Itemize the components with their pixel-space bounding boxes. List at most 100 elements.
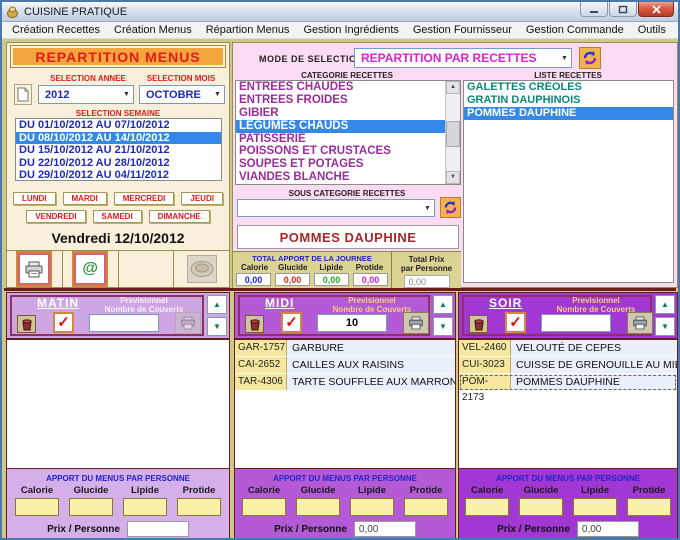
midi-menu-list[interactable]: GAR-1757 GARBURE CAI-2652 CAILLES AUX RA… — [235, 338, 455, 469]
matin-couverts-input[interactable] — [89, 314, 159, 332]
soir-menu-list[interactable]: VEL-2460 VELOUTÉ DE CEPES CUI-3023 CUISS… — [459, 338, 677, 469]
menu-parametre-impression[interactable]: Parametre Impression — [673, 23, 680, 37]
matin-menu-list[interactable] — [7, 338, 229, 469]
midi-validate-checkbox[interactable]: ✓ — [281, 312, 302, 333]
week-item[interactable]: DU 22/10/2012 AU 28/10/2012 — [16, 157, 221, 170]
menu-row[interactable]: TAR-4306 TARTE SOUFFLEE AUX MARRONS — [235, 374, 455, 391]
calorie-label: Calorie — [243, 485, 286, 496]
week-item[interactable]: DU 29/10/2012 AU 04/11/2012 — [16, 169, 221, 181]
menu-creation-recettes[interactable]: Création Recettes — [5, 23, 107, 37]
glucide-label: Glucide — [520, 485, 563, 496]
soir-couverts-input[interactable] — [541, 314, 611, 332]
day-button-vendredi[interactable]: VENDREDI — [26, 210, 85, 223]
spin-down-icon[interactable]: ▼ — [207, 317, 227, 336]
day-button-mercredi[interactable]: MERCREDI — [114, 192, 175, 205]
lipide-value — [123, 498, 167, 516]
spin-down-icon[interactable]: ▼ — [433, 317, 453, 336]
day-buttons-row2: VENDREDI SAMEDI DIMANCHE — [7, 210, 229, 223]
category-item[interactable]: ENTREES FROIDES — [236, 94, 445, 107]
spin-up-icon[interactable]: ▲ — [433, 295, 453, 314]
empty-cell — [119, 251, 175, 287]
day-button-lundi[interactable]: LUNDI — [13, 192, 55, 205]
matin-spinner: ▲ ▼ — [207, 295, 227, 336]
trash-icon — [21, 318, 33, 331]
day-button-samedi[interactable]: SAMEDI — [93, 210, 142, 223]
apport-title: APPORT DU MENUS PAR PERSONNE — [7, 469, 229, 483]
annee-select[interactable]: 2012 ▼ — [38, 85, 134, 104]
mode-select[interactable]: REPARTITION PAR RECETTES ▼ — [354, 48, 572, 68]
previsionnel-line1: Previsionnel — [89, 296, 199, 305]
week-item[interactable]: DU 15/10/2012 AU 21/10/2012 — [16, 144, 221, 157]
soir-prix-personne-value[interactable] — [577, 521, 639, 537]
menu-creation-menus[interactable]: Création Menus — [107, 23, 199, 37]
midi-couverts-input[interactable] — [317, 314, 387, 332]
week-item[interactable]: DU 01/10/2012 AU 07/10/2012 — [16, 119, 221, 132]
spin-up-icon[interactable]: ▲ — [655, 295, 675, 314]
scroll-down-icon[interactable]: ▼ — [446, 171, 460, 184]
email-search-button[interactable]: @ — [74, 253, 106, 285]
spin-up-icon[interactable]: ▲ — [207, 295, 227, 314]
soir-header: SOIR Previsionnel Nombre de Couverts ✓ — [459, 293, 677, 338]
categories-scrollbar[interactable]: ▲ ▼ — [445, 81, 460, 184]
midi-delete-button[interactable] — [245, 315, 264, 333]
window-title: CUISINE PRATIQUE — [24, 6, 580, 18]
soir-print-button[interactable] — [627, 312, 653, 334]
matin-validate-checkbox[interactable]: ✓ — [53, 312, 74, 333]
menu-gestion-commande[interactable]: Gestion Commande — [519, 23, 631, 37]
menu-repartion-menus[interactable]: Répartion Menus — [199, 23, 297, 37]
refresh-sous-categorie-button[interactable] — [440, 197, 461, 218]
day-button-mardi[interactable]: MARDI — [63, 192, 107, 205]
matin-prix-personne-value[interactable] — [127, 521, 189, 537]
soir-title: SOIR — [489, 296, 522, 310]
lipide-label: Lipide — [124, 485, 167, 496]
matin-print-button[interactable] — [175, 312, 201, 334]
matin-delete-button[interactable] — [17, 315, 36, 333]
menu-row[interactable]: CUI-3023 CUISSE DE GRENOUILLE AU MIEL — [459, 357, 677, 374]
menu-row[interactable]: CAI-2652 CAILLES AUX RAISINS — [235, 357, 455, 374]
category-item[interactable]: ENTREES CHAUDES — [236, 81, 445, 94]
menu-gestion-fournisseur[interactable]: Gestion Fournisseur — [406, 23, 519, 37]
protide-value — [404, 498, 448, 516]
close-button[interactable] — [638, 2, 674, 17]
menu-row[interactable]: VEL-2460 VELOUTÉ DE CEPES — [459, 340, 677, 357]
soir-delete-button[interactable] — [469, 315, 488, 333]
midi-apport-section: APPORT DU MENUS PAR PERSONNE Calorie Glu… — [235, 469, 455, 540]
category-item[interactable]: GIBIER — [236, 107, 445, 120]
category-item[interactable]: PATISSERIE — [236, 133, 445, 146]
midi-prix-personne-value[interactable] — [354, 521, 416, 537]
plate-button[interactable] — [187, 255, 217, 283]
day-button-jeudi[interactable]: JEUDI — [181, 192, 223, 205]
recette-item[interactable]: GALETTES CRÉOLES — [464, 81, 673, 94]
sous-categorie-select[interactable]: ▼ — [237, 199, 435, 217]
scroll-up-icon[interactable]: ▲ — [446, 81, 460, 94]
plate-cell — [174, 251, 229, 287]
day-button-dimanche[interactable]: DIMANCHE — [149, 210, 210, 223]
recette-item[interactable]: GRATIN DAUPHINOIS — [464, 94, 673, 107]
mois-value: OCTOBRE — [140, 89, 211, 101]
new-document-button[interactable] — [14, 84, 32, 105]
menu-row[interactable]: GAR-1757 GARBURE — [235, 340, 455, 357]
document-icon — [17, 87, 29, 102]
week-item-selected[interactable]: DU 08/10/2012 AU 14/10/2012 — [16, 132, 221, 145]
maximize-button[interactable] — [609, 2, 637, 17]
soir-validate-checkbox[interactable]: ✓ — [505, 312, 526, 333]
category-item[interactable]: VIANDES BLANCHE — [236, 171, 445, 184]
print-button[interactable] — [18, 253, 50, 285]
scrollbar-thumb[interactable] — [446, 121, 460, 147]
spin-down-icon[interactable]: ▼ — [655, 317, 675, 336]
glucide-total: 0,00 — [275, 273, 310, 286]
matin-title: MATIN — [37, 296, 79, 310]
menu-row-focused[interactable]: POM-2173 POMMES DAUPHINE — [459, 374, 677, 391]
category-item[interactable]: SOUPES ET POTAGES — [236, 158, 445, 171]
midi-print-button[interactable] — [403, 312, 429, 334]
minimize-button[interactable] — [580, 2, 608, 17]
category-item[interactable]: POISSONS ET CRUSTACES — [236, 145, 445, 158]
menu-gestion-ingredients[interactable]: Gestion Ingrédients — [296, 23, 405, 37]
selected-date: Vendredi 12/10/2012 — [7, 230, 229, 246]
menu-outils[interactable]: Outils — [631, 23, 673, 37]
refresh-mode-button[interactable] — [579, 47, 601, 69]
recette-item-selected[interactable]: POMMES DAUPHINE — [464, 107, 673, 120]
category-item-selected[interactable]: LEGUMES CHAUDS — [236, 120, 445, 133]
total-apport-title: TOTAL APPORT DE LA JOURNEE — [233, 252, 391, 263]
mois-select[interactable]: OCTOBRE ▼ — [139, 85, 225, 104]
